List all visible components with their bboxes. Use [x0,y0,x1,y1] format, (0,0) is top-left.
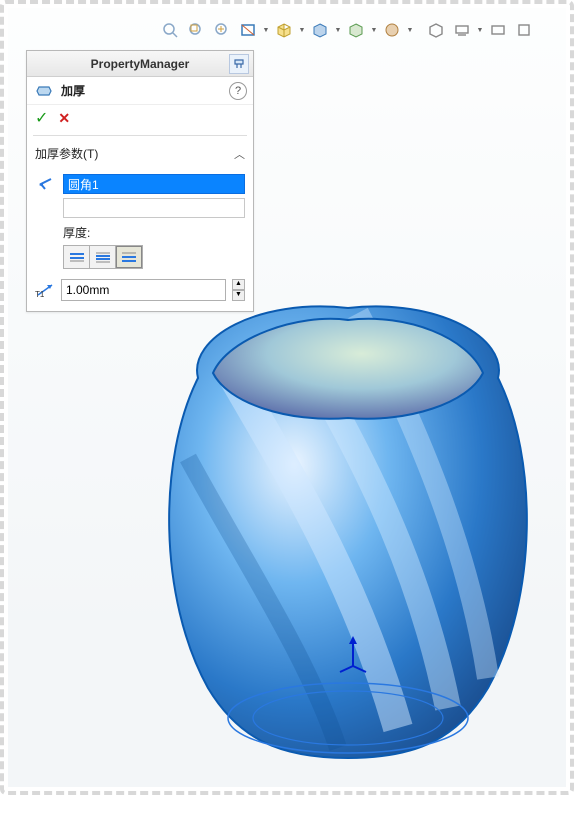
settings-dropdown-icon[interactable]: ▼ [476,18,484,42]
selection-value: 圆角1 [68,176,99,193]
scene-icon[interactable] [424,18,448,42]
thickness-side-toggle [63,245,143,269]
collapse-chevron-icon: ︿ [234,146,245,162]
section-dropdown-icon[interactable]: ▼ [262,18,270,42]
cancel-button[interactable]: ✕ [58,110,70,127]
surface-selection-field[interactable]: 圆角1 [63,174,245,194]
orient-dropdown-icon[interactable]: ▼ [298,18,306,42]
help-button[interactable]: ? [229,82,247,100]
spinner-down-button[interactable]: ▼ [232,290,245,301]
view-toolbar: ▼ ▼ ▼ ▼ ▼ ▼ [158,16,546,44]
display-style-icon[interactable] [308,18,332,42]
view-settings-icon[interactable] [450,18,474,42]
view-orientation-icon[interactable] [272,18,296,42]
side2-button[interactable] [116,246,142,268]
selection-list-empty-row[interactable] [63,198,245,218]
appearance-icon[interactable] [380,18,404,42]
confirm-row: ✓ ✕ [27,105,253,131]
panel-title-text: PropertyManager [91,57,190,71]
side1-button[interactable] [64,246,90,268]
both-sides-button[interactable] [90,246,116,268]
panel-title-bar: PropertyManager [27,51,253,77]
thickness-label: 厚度: [63,224,245,241]
ok-button[interactable]: ✓ [35,108,48,128]
thicken-feature-icon [33,82,55,100]
appearance-dropdown-icon[interactable]: ▼ [406,18,414,42]
render-icon[interactable] [486,18,510,42]
parameters-group-header[interactable]: 加厚参数(T) ︿ [27,141,253,166]
spinner-up-button[interactable]: ▲ [232,279,245,290]
zoom-previous-icon[interactable] [210,18,234,42]
thickness-spinner: ▲ ▼ [232,279,245,301]
section-view-icon[interactable] [236,18,260,42]
zoom-fit-icon[interactable] [158,18,182,42]
property-manager-panel: PropertyManager 加厚 ? ✓ ✕ 加厚参数(T) ︿ [26,50,254,312]
display-dropdown-icon[interactable]: ▼ [334,18,342,42]
hide-dropdown-icon[interactable]: ▼ [370,18,378,42]
parameters-group-body: 圆角1 厚度: T1 [27,166,253,311]
parameters-group-label: 加厚参数(T) [35,145,98,162]
zoom-area-icon[interactable] [184,18,208,42]
thickness-dimension-icon: T1 [35,281,55,299]
hide-show-icon[interactable] [344,18,368,42]
thickness-value-input[interactable] [61,279,226,301]
fullscreen-icon[interactable] [512,18,536,42]
surface-selection-icon [35,175,57,193]
origin-triad-icon [338,636,368,674]
feature-name-label: 加厚 [61,82,223,99]
svg-text:T1: T1 [35,290,45,299]
feature-header: 加厚 ? [27,77,253,105]
pin-panel-button[interactable] [229,54,249,74]
